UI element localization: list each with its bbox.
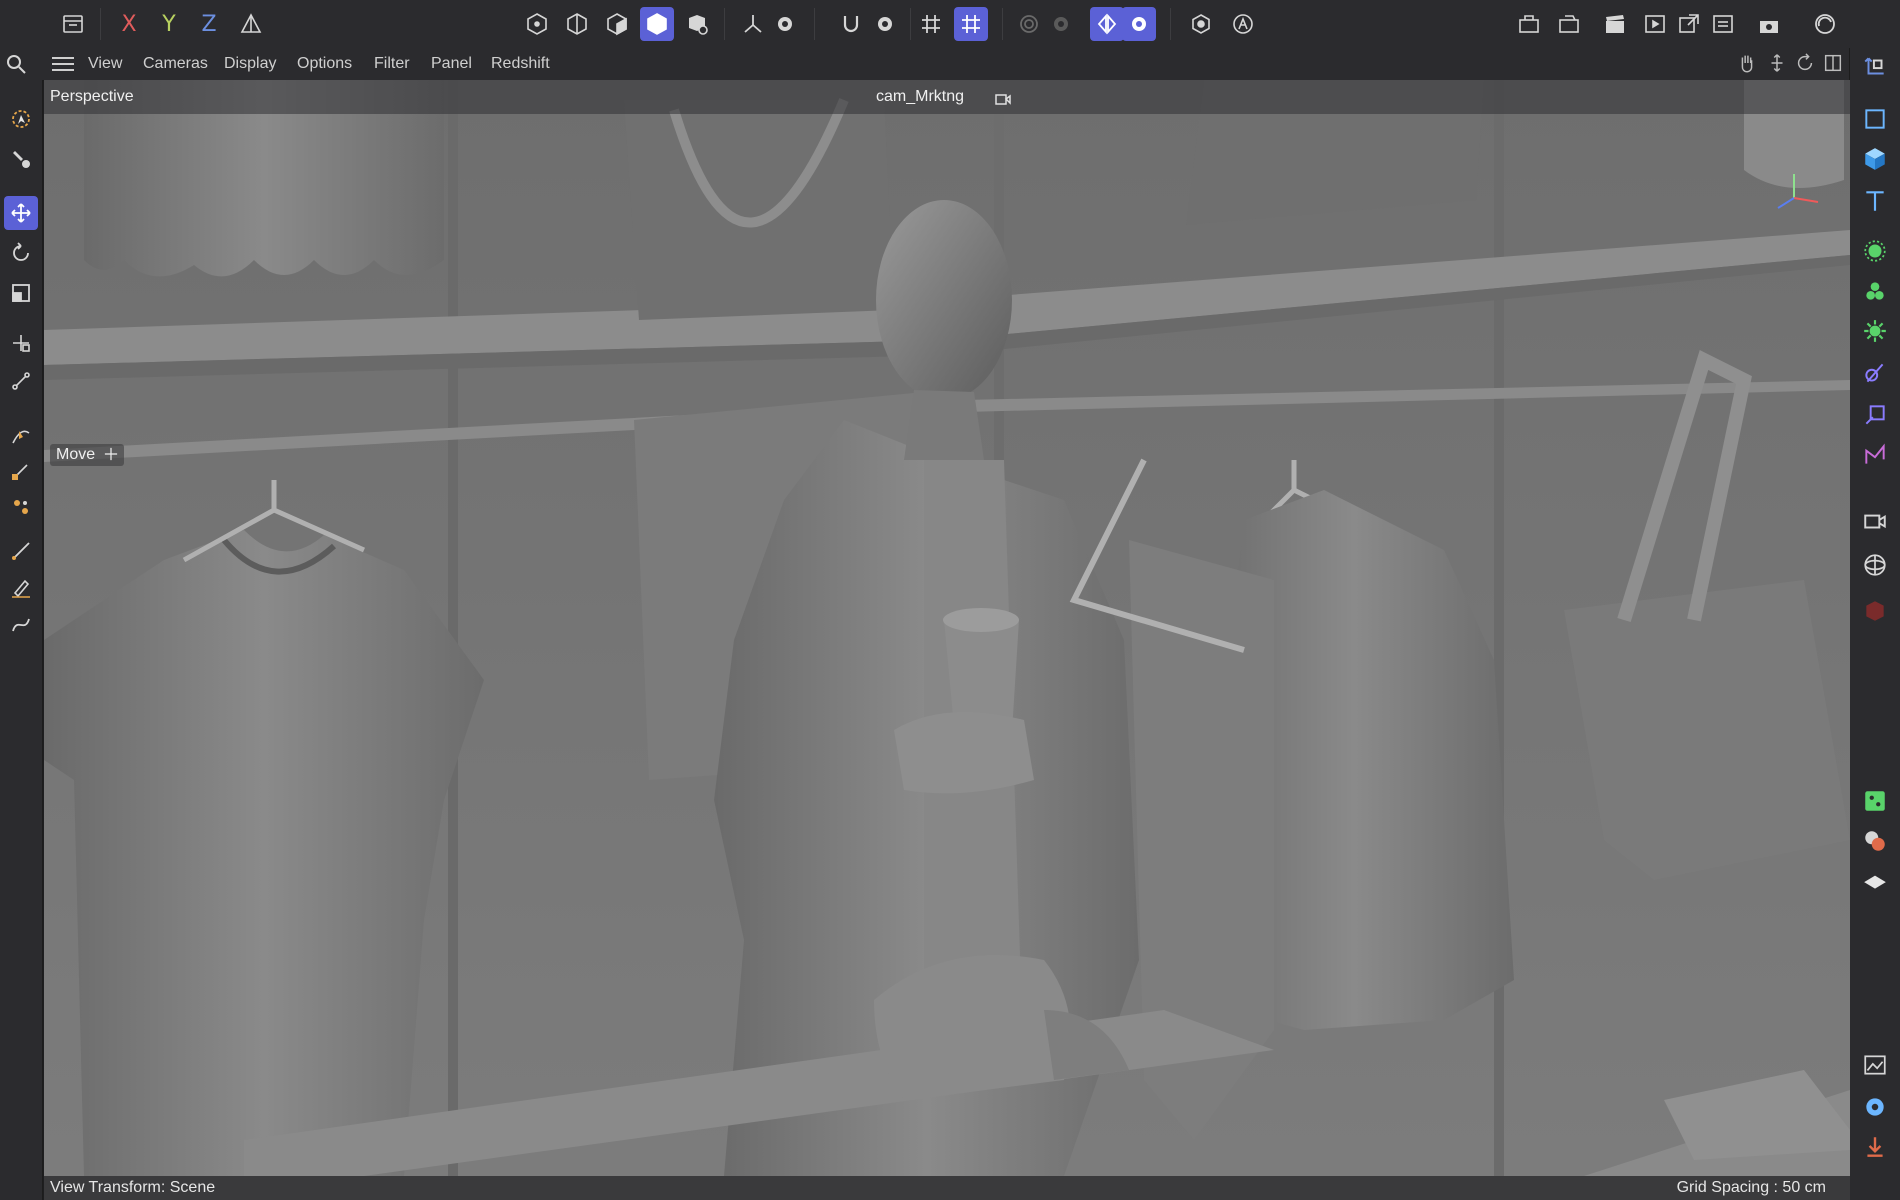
material-icon[interactable] — [1858, 824, 1892, 858]
move-tool-icon[interactable] — [4, 196, 38, 230]
redshift-icon[interactable] — [1808, 7, 1842, 41]
coordinate-system-icon[interactable] — [234, 7, 268, 41]
field-icon[interactable] — [1858, 398, 1892, 432]
menu-cameras[interactable]: Cameras — [143, 55, 208, 73]
environment-sphere-icon[interactable] — [1858, 548, 1892, 582]
settings-icon[interactable] — [868, 7, 902, 41]
polygon-pen-icon[interactable] — [4, 570, 38, 604]
axis-z-label: Z — [201, 11, 217, 37]
text-icon[interactable] — [1858, 184, 1892, 218]
pan-view-icon[interactable] — [1736, 52, 1760, 76]
scale-tool-icon[interactable] — [4, 276, 38, 310]
menu-view[interactable]: View — [88, 55, 122, 73]
transform-icon[interactable] — [4, 326, 38, 360]
edges-mode-icon[interactable] — [560, 7, 594, 41]
points-mode-icon[interactable] — [520, 7, 554, 41]
symmetry-icon[interactable] — [1090, 7, 1124, 41]
picture-viewer-icon[interactable] — [1858, 1048, 1892, 1082]
coordinate-manager-icon[interactable] — [1858, 50, 1892, 84]
clapper-icon[interactable] — [1598, 7, 1632, 41]
spline-pen-icon[interactable] — [4, 418, 38, 452]
brush-icon[interactable] — [4, 534, 38, 568]
right-object-palette — [1849, 48, 1900, 1200]
menu-filter[interactable]: Filter — [374, 55, 410, 73]
null-object-icon[interactable] — [1858, 102, 1892, 136]
generator-icon[interactable] — [1858, 234, 1892, 268]
menu-display[interactable]: Display — [224, 55, 276, 73]
menu-options[interactable]: Options — [297, 55, 352, 73]
render-to-picture-viewer-icon[interactable] — [1672, 7, 1706, 41]
axis-y-toggle[interactable]: Y — [152, 7, 186, 41]
active-tool-hint: Move — [50, 444, 124, 466]
viewport-status-bar: View Transform: Scene Grid Spacing : 50 … — [44, 1176, 1850, 1200]
menu-panel[interactable]: Panel — [431, 55, 472, 73]
soft-selection-icon[interactable] — [1012, 7, 1046, 41]
live-selection-icon[interactable] — [4, 102, 38, 136]
main-toolbar: X Y Z — [0, 0, 1900, 49]
deformer-icon[interactable] — [1858, 356, 1892, 390]
spline-object-icon[interactable] — [1858, 438, 1892, 472]
move-cross-icon — [104, 447, 117, 461]
hamburger-menu-icon[interactable] — [52, 56, 74, 72]
download-icon[interactable] — [1858, 1130, 1892, 1164]
search-icon[interactable] — [4, 52, 38, 78]
view-name-label: Perspective — [50, 88, 134, 105]
camera-icon[interactable] — [1858, 504, 1892, 538]
model-mode-icon[interactable] — [640, 7, 674, 41]
maximize-view-icon[interactable] — [1822, 52, 1846, 76]
polygons-mode-icon[interactable] — [600, 7, 634, 41]
panel-menu-icon[interactable] — [56, 7, 90, 41]
settings-icon[interactable] — [1044, 7, 1078, 41]
render-queue-icon[interactable] — [1706, 7, 1740, 41]
workplane-snap-icon[interactable] — [954, 7, 988, 41]
cube-icon[interactable] — [1858, 142, 1892, 176]
redshift-object-icon[interactable] — [1858, 594, 1892, 628]
render-to-viewer-icon[interactable] — [1638, 7, 1672, 41]
auto-icon[interactable] — [1226, 7, 1260, 41]
rotate-tool-icon[interactable] — [4, 236, 38, 270]
move-view-icon[interactable] — [1766, 52, 1790, 76]
snap-axis-icon[interactable] — [736, 7, 770, 41]
3d-viewport[interactable]: Perspective cam_Mrktng Move — [44, 80, 1850, 1176]
render-settings-gear-icon[interactable] — [1858, 1090, 1892, 1124]
axis-x-label: X — [121, 11, 137, 37]
render-settings-icon[interactable] — [1752, 7, 1786, 41]
tweak-icon[interactable] — [4, 142, 38, 176]
viewport-solo-icon[interactable] — [1184, 7, 1218, 41]
spline-smooth-icon[interactable] — [4, 490, 38, 524]
texture-mode-icon[interactable] — [680, 7, 714, 41]
settings-icon[interactable] — [768, 7, 802, 41]
grid-spacing-label: Grid Spacing : 50 cm — [1676, 1179, 1826, 1196]
camera-lock-icon[interactable] — [994, 90, 1012, 106]
spline-arc-icon[interactable] — [4, 608, 38, 642]
viewport-menubar: View Cameras Display Options Filter Pane… — [0, 48, 1900, 81]
camera-name-label[interactable]: cam_Mrktng — [876, 88, 964, 106]
floor-object-icon[interactable] — [1858, 864, 1892, 898]
active-tool-label: Move — [56, 446, 96, 463]
rotate-view-icon[interactable] — [1794, 52, 1818, 76]
axis-z-toggle[interactable]: Z — [192, 7, 226, 41]
grid-snap-icon[interactable] — [914, 7, 948, 41]
node-editor-icon[interactable] — [1858, 784, 1892, 818]
axis-x-toggle[interactable]: X — [112, 7, 146, 41]
placement-icon[interactable] — [4, 364, 38, 398]
left-tool-palette — [0, 80, 43, 1200]
render-view-icon[interactable] — [1552, 7, 1586, 41]
scene-render — [44, 80, 1850, 1176]
menu-redshift[interactable]: Redshift — [491, 55, 550, 73]
spline-sketch-icon[interactable] — [4, 454, 38, 488]
mograph-effector-icon[interactable] — [1858, 314, 1892, 348]
magnet-icon[interactable] — [834, 7, 868, 41]
settings-icon[interactable] — [1122, 7, 1156, 41]
render-region-icon[interactable] — [1512, 7, 1546, 41]
axis-y-label: Y — [162, 11, 176, 37]
cloner-icon[interactable] — [1858, 274, 1892, 308]
view-transform-label: View Transform: Scene — [50, 1179, 216, 1196]
